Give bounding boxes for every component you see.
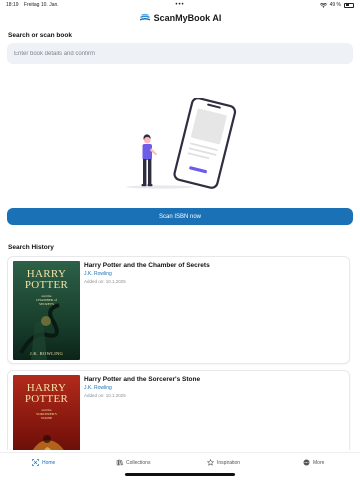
app-screen: 18:19 Freitag 10. Jan. ••• 49 % ScanMyBo…: [0, 0, 360, 480]
person-with-phone-illustration: [126, 98, 237, 189]
book-added-date: Added on: 10.1.2025: [84, 393, 126, 398]
search-field-container[interactable]: [7, 43, 353, 64]
cover-title-line2: POTTER: [24, 279, 69, 291]
cover-title: HARRY POTTER: [13, 269, 80, 291]
cover-subtitle-line3: STONE: [40, 416, 53, 420]
home-indicator[interactable]: [125, 473, 235, 476]
status-date: Freitag 10. Jan.: [23, 2, 59, 8]
search-section-label: Search or scan book: [8, 32, 72, 39]
tab-collections[interactable]: Collections: [116, 459, 150, 466]
history-section-label: Search History: [8, 244, 54, 251]
cover-subtitle-line3: SECRETS: [39, 302, 54, 306]
scan-isbn-button[interactable]: Scan ISBN now: [7, 208, 353, 225]
battery-icon: [344, 2, 354, 8]
tab-more-label: More: [313, 459, 325, 466]
cover-title-line2: POTTER: [24, 393, 69, 405]
book-title[interactable]: Harry Potter and the Chamber of Secrets: [84, 262, 343, 270]
multitask-dots-icon[interactable]: •••: [175, 2, 184, 8]
battery-percent: 49 %: [329, 2, 341, 8]
star-icon: [207, 459, 214, 466]
tab-collections-label: Collections: [126, 459, 151, 466]
history-card[interactable]: HARRY POTTER and the CHAMBER of SECRETS …: [7, 256, 350, 364]
tab-home-label: Home: [42, 459, 56, 466]
book-cover: HARRY POTTER and the CHAMBER of SECRETS …: [13, 261, 80, 360]
book-cover: HARRY POTTER and the SORCERER'S STONE: [13, 375, 80, 450]
wifi-icon: [319, 2, 327, 8]
history-list[interactable]: HARRY POTTER and the CHAMBER of SECRETS …: [7, 256, 353, 450]
book-stack-icon: [139, 13, 150, 21]
app-header: ScanMyBook AI: [0, 10, 360, 26]
search-input[interactable]: [14, 50, 346, 57]
history-card[interactable]: HARRY POTTER and the SORCERER'S STONE Ha…: [7, 370, 350, 450]
more-circle-icon: [303, 459, 310, 466]
home-scan-icon: [32, 459, 39, 466]
book-title[interactable]: Harry Potter and the Sorcerer's Stone: [84, 376, 343, 384]
tab-inspiration[interactable]: Inspiration: [207, 459, 240, 466]
status-right: 49 %: [319, 2, 354, 8]
app-title: ScanMyBook AI: [153, 13, 222, 23]
cover-subtitle: and the SORCERER'S STONE: [13, 408, 80, 420]
status-time: 18:19: [6, 2, 19, 8]
tab-home[interactable]: Home: [32, 459, 55, 466]
tab-inspiration-label: Inspiration: [217, 459, 241, 466]
library-icon: [116, 459, 123, 466]
book-added-date: Added on: 10.1.2025: [84, 279, 126, 284]
cover-title: HARRY POTTER: [13, 383, 80, 405]
status-bar: 18:19 Freitag 10. Jan. ••• 49 %: [0, 0, 360, 10]
tab-more[interactable]: More: [303, 459, 324, 466]
cover-author: J.K. ROWLING: [29, 351, 64, 356]
book-info: Harry Potter and the Chamber of Secrets …: [84, 262, 343, 284]
battery-fill: [345, 4, 350, 6]
book-author[interactable]: J.K. Rowling: [84, 271, 343, 277]
book-info: Harry Potter and the Sorcerer's Stone J.…: [84, 376, 343, 398]
status-left: 18:19 Freitag 10. Jan.: [6, 2, 63, 8]
cover-subtitle: and the CHAMBER of SECRETS: [13, 294, 80, 306]
book-author[interactable]: J.K. Rowling: [84, 385, 343, 391]
